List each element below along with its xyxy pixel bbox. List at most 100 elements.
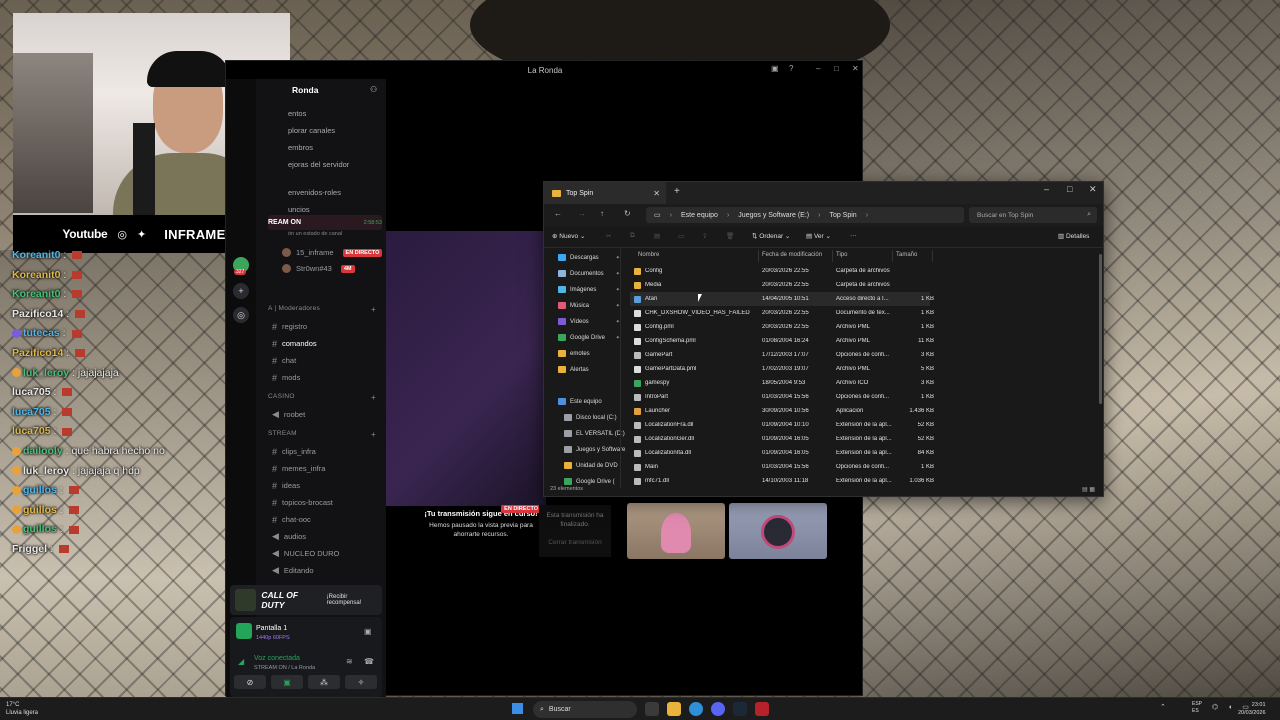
nav-item[interactable]: Unidad de DVD — [564, 458, 626, 473]
maximize-button[interactable]: □ — [1067, 184, 1072, 194]
inbox-icon[interactable]: ▣ — [771, 64, 779, 73]
file-row[interactable]: mfc71.dll 14/10/2003 11:18 Extensión de la… — [630, 474, 934, 488]
share-screen-button[interactable]: ▣ — [271, 675, 303, 689]
share-icon[interactable]: ⇪ — [702, 232, 707, 240]
clock[interactable]: 23:01 20/03/2026 — [1238, 701, 1266, 717]
sort-button[interactable]: ⇅ Ordenar ⌄ — [752, 232, 790, 240]
activities-button[interactable]: ⁂ — [308, 675, 340, 689]
nav-item[interactable]: Imágenes ✦ — [558, 282, 620, 297]
channel-item[interactable]: ◀ Editando — [272, 563, 380, 578]
voice-user[interactable]: Str0wn#43 4M — [282, 261, 390, 276]
server-menu-item[interactable]: uncios — [288, 205, 310, 214]
add-user-icon[interactable]: ⚇ — [370, 85, 377, 94]
server-menu-item[interactable]: envenidos-roles — [288, 188, 341, 197]
file-row[interactable]: GamePartData.pml 17/02/2003 19:07 Archivo … — [630, 362, 934, 376]
noise-icon[interactable]: ≋ — [346, 657, 353, 666]
paste-icon[interactable]: ▤ — [654, 232, 660, 240]
file-row[interactable]: CHK_DXSHOW_VIDEO_HAS_FAILED 20/03/2026 22… — [630, 306, 934, 320]
channel-item[interactable]: # registro — [272, 319, 380, 334]
server-menu-item[interactable]: plorar canales — [288, 126, 335, 135]
help-icon[interactable]: ? — [789, 64, 793, 73]
stop-share-icon[interactable]: ▣ — [364, 627, 372, 636]
delete-icon[interactable]: 🗑 — [726, 232, 734, 240]
channel-item[interactable]: # chat — [272, 353, 380, 368]
server-menu-item[interactable]: ejoras del servidor — [288, 160, 349, 169]
view-button[interactable]: ▤ Ver ⌄ — [806, 232, 831, 240]
close-stream-button[interactable]: Cerrar transmisión — [539, 539, 611, 546]
file-row[interactable]: IntroPart 01/03/2004 15:56 Opciones de con… — [630, 390, 934, 404]
close-button[interactable]: ✕ — [1089, 184, 1097, 195]
channel-item[interactable]: ◀ audios — [272, 529, 380, 544]
file-row[interactable]: Launcher 30/09/2004 10:56 Aplicación 1.436 … — [630, 404, 934, 418]
participant-tile[interactable] — [627, 503, 725, 559]
server-name[interactable]: Ronda — [292, 85, 318, 95]
maximize-button[interactable]: □ — [834, 64, 839, 73]
file-row[interactable]: gamespy 18/05/2004 9:53 Archivo ICO 3 KB — [630, 376, 934, 390]
stream-voice-channel[interactable]: REAM ON 2:58:53 — [268, 215, 382, 230]
channel-category[interactable]: STREAM — [268, 430, 297, 437]
system-tray[interactable]: ⌃ — [1160, 703, 1172, 711]
nav-item[interactable]: Alertas — [558, 362, 620, 377]
minimize-button[interactable]: – — [1044, 184, 1049, 194]
channel-item[interactable]: # comandos — [272, 336, 380, 351]
minimize-button[interactable]: – — [816, 64, 820, 73]
new-tab-button[interactable]: + — [674, 186, 680, 197]
rename-icon[interactable]: ▭ — [678, 232, 684, 240]
file-row[interactable]: LocalizationFra.dll 01/09/2004 10:10 Exten… — [630, 418, 934, 432]
start-button[interactable] — [512, 703, 523, 714]
voice-user[interactable]: 15_inframe EN DIRECTO — [282, 245, 390, 260]
add-channel-icon[interactable]: + — [371, 430, 376, 439]
server-menu-item[interactable]: entos — [288, 109, 306, 118]
nav-item[interactable]: Vídeos ✦ — [558, 314, 620, 329]
scrollbar[interactable] — [1099, 254, 1102, 404]
up-button[interactable]: ↑ — [600, 209, 604, 218]
add-channel-icon[interactable]: + — [371, 393, 376, 402]
add-channel-icon[interactable]: + — [371, 305, 376, 314]
file-row[interactable]: GamePart 17/12/2003 17:07 Opciones de conf… — [630, 348, 934, 362]
steam-icon[interactable] — [733, 702, 747, 716]
file-row[interactable]: Config.pml 20/03/2026 22:55 Archivo PML 1 K… — [630, 320, 934, 334]
column-type[interactable]: Tipo — [836, 252, 847, 258]
column-name[interactable]: Nombre — [638, 252, 659, 258]
file-row[interactable]: Main 01/03/2004 15:56 Opciones de confi...… — [630, 460, 934, 474]
close-tab-icon[interactable]: ✕ — [653, 189, 660, 198]
column-date[interactable]: Fecha de modificación — [762, 252, 822, 258]
nav-item[interactable]: emotes — [558, 346, 620, 361]
nav-item[interactable]: Descargas ✦ — [558, 250, 620, 265]
channel-category[interactable]: CASINO — [268, 393, 295, 400]
language-indicator[interactable]: ESP ES — [1192, 701, 1202, 715]
channel-category[interactable]: A | Moderadores — [268, 305, 320, 312]
channel-item[interactable]: # topicos-brocast — [272, 495, 380, 510]
weather-widget[interactable]: 17°C Lluvia ligera — [6, 701, 38, 717]
channel-item[interactable]: # chat-ooc — [272, 512, 380, 527]
cod-promo[interactable]: CALL OF DUTY ¡Recibir recompensa! — [230, 585, 382, 615]
server-menu-item[interactable]: embros — [288, 143, 313, 152]
file-row[interactable]: Atari 14/04/2005 10:51 Acceso directo a I.… — [630, 292, 934, 306]
taskbar-search[interactable]: ⌕ Buscar — [533, 701, 637, 718]
tab-top-spin[interactable]: Top Spin ✕ — [544, 182, 666, 204]
nav-item[interactable]: Este equipo — [558, 394, 620, 409]
edge-icon[interactable] — [689, 702, 703, 716]
channel-item[interactable]: # ideas — [272, 478, 380, 493]
nav-item[interactable]: Música ✦ — [558, 298, 620, 313]
file-row[interactable]: LocalizationIta.dll 01/09/2004 16:05 Exten… — [630, 446, 934, 460]
more-options-icon[interactable]: ··· — [850, 232, 857, 239]
new-button[interactable]: ⊕ Nuevo ⌄ — [552, 232, 585, 240]
search-input[interactable]: Buscar en Top Spin ⌕ — [969, 207, 1097, 223]
channel-item[interactable]: # memes_infra — [272, 461, 380, 476]
nav-item[interactable]: Disco local (C:) — [564, 410, 626, 425]
details-button[interactable]: ▥ Detalles — [1058, 232, 1089, 240]
file-explorer-icon[interactable] — [667, 702, 681, 716]
nav-item[interactable]: Documentos ✦ — [558, 266, 620, 281]
view-toggle-icons[interactable]: ▤ ▦ — [1082, 486, 1095, 493]
app-icon[interactable] — [755, 702, 769, 716]
participant-tile[interactable] — [729, 503, 827, 559]
copy-icon[interactable]: ⧉ — [630, 232, 635, 240]
file-row[interactable]: Media 20/03/2026 22:55 Carpeta de archivos — [630, 278, 930, 292]
task-view-icon[interactable] — [645, 702, 659, 716]
nav-item[interactable]: EL VERSATIL (D:) — [564, 426, 626, 441]
add-server-icon[interactable]: + — [233, 283, 249, 299]
file-row[interactable]: LocalizationGer.dll 01/09/2004 16:05 Exten… — [630, 432, 934, 446]
file-row[interactable]: ConfigSchema.pml 01/08/2004 16:24 Archivo … — [630, 334, 934, 348]
explore-icon[interactable]: ◎ — [233, 307, 249, 323]
